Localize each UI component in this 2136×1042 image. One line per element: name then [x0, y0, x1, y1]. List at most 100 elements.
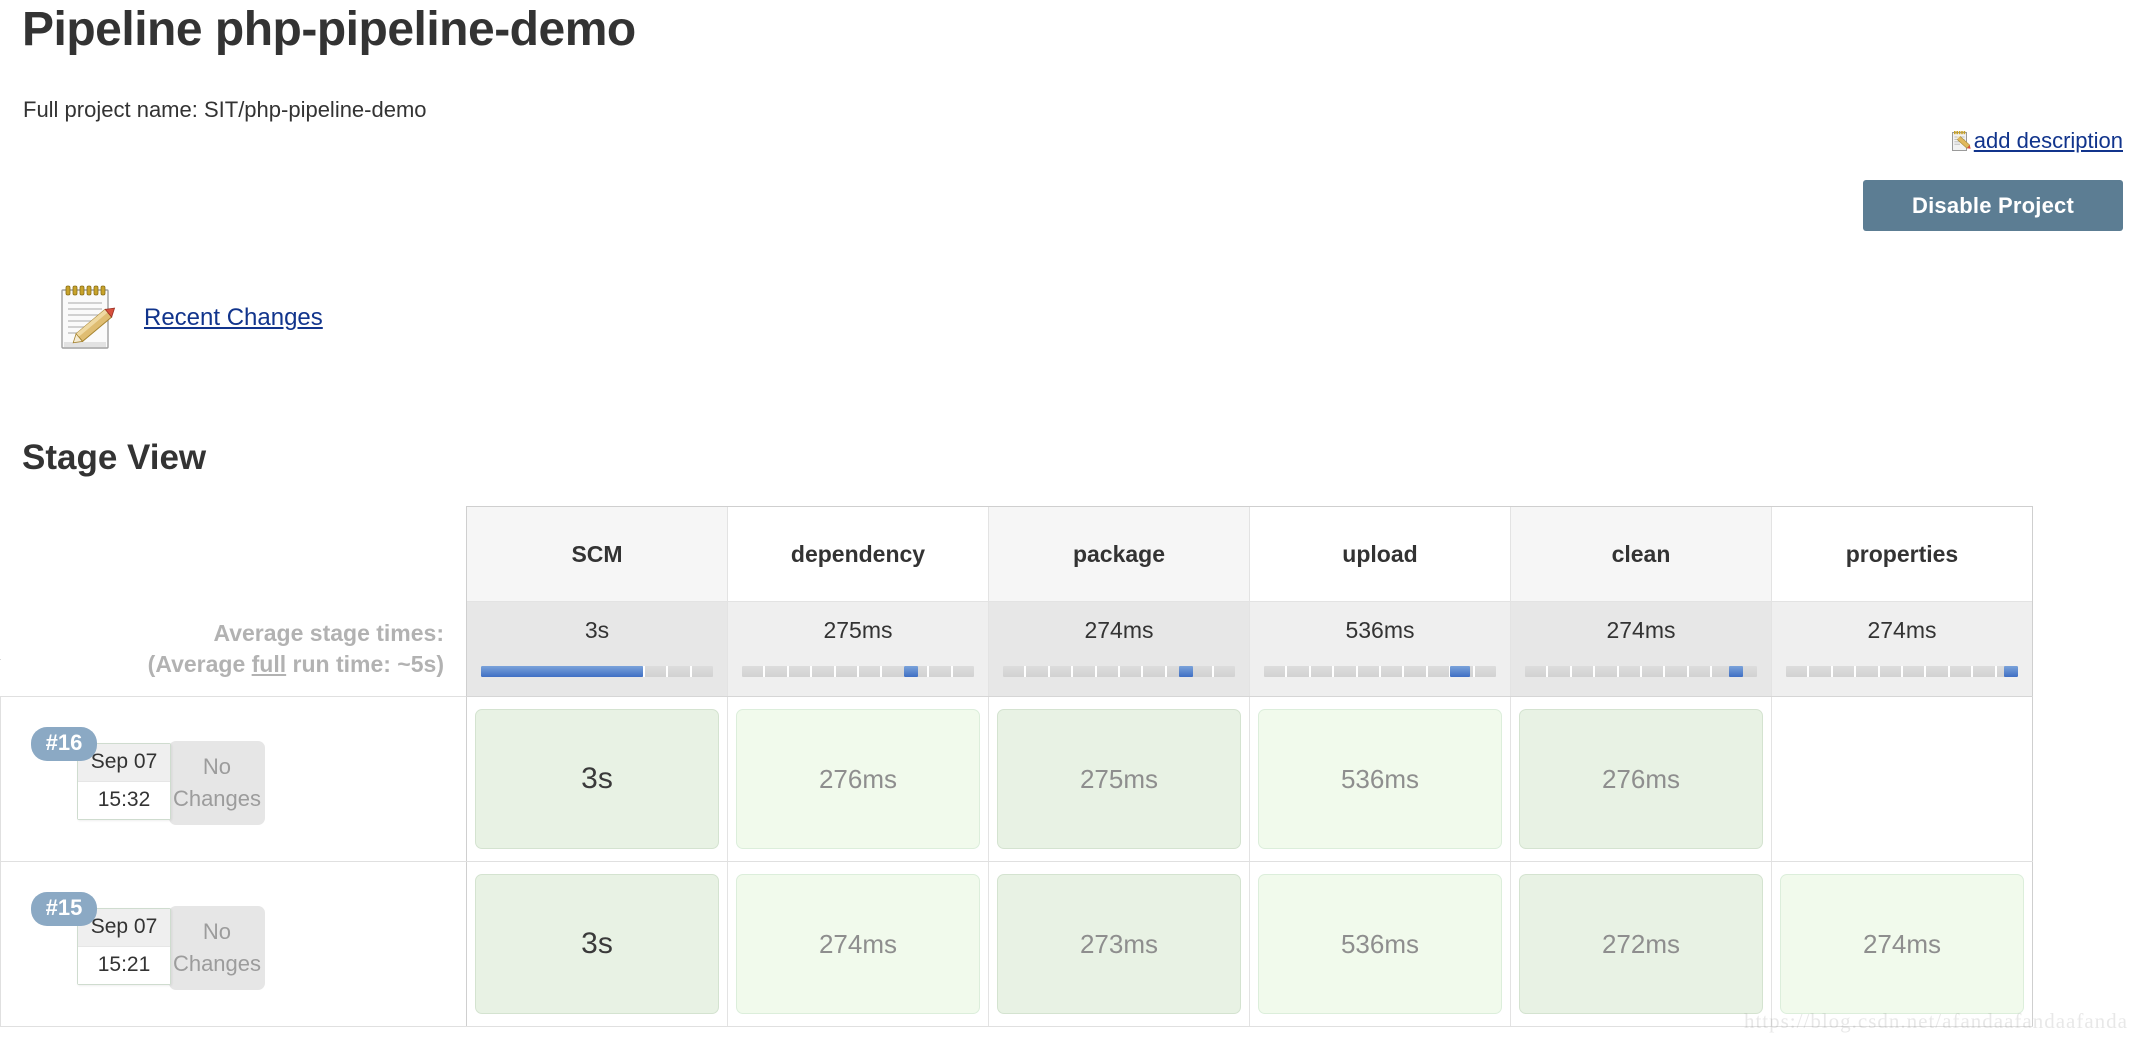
build-stage-cell-upload: 536ms	[1249, 861, 1511, 1027]
build-changes-badge[interactable]: No Changes	[169, 906, 265, 990]
avg-line2-post: run time: ~5s)	[286, 650, 444, 677]
bar-ticks	[1525, 666, 1757, 677]
build-stage-cell-scm: 3s	[466, 861, 728, 1027]
build-stage-cell-dependency: 276ms	[727, 696, 989, 862]
build-number-badge[interactable]: #15	[31, 892, 97, 926]
page-title: Pipeline php-pipeline-demo	[22, 3, 636, 56]
stage-header-clean[interactable]: clean	[1510, 506, 1772, 602]
table-row: #16 Sep 07 15:32 No Changes 3s 276ms 275…	[0, 696, 2033, 862]
build-stage-cell-clean: 276ms	[1510, 696, 1772, 862]
avg-line2-pre: (Average	[147, 650, 252, 677]
average-bar-dependency	[742, 666, 974, 677]
stage-header-properties[interactable]: properties	[1771, 506, 2033, 602]
note-pencil-icon	[1951, 130, 1973, 152]
build-stage-cell-clean: 272ms	[1510, 861, 1772, 1027]
average-cell-package: 274ms	[988, 601, 1250, 697]
header-spacer	[0, 506, 467, 602]
stage-box[interactable]: 274ms	[736, 874, 980, 1014]
build-time: 15:21	[78, 947, 170, 984]
build-time: 15:32	[78, 782, 170, 819]
disable-project-button[interactable]: Disable Project	[1863, 180, 2123, 231]
stage-header-row: SCM dependency package upload clean prop…	[0, 506, 2033, 602]
stage-duration: 536ms	[1340, 928, 1420, 959]
build-label-cell-16: #16 Sep 07 15:32 No Changes	[0, 696, 467, 862]
build-stage-cell-properties: 274ms	[1771, 861, 2033, 1027]
stage-box[interactable]: 3s	[475, 709, 719, 849]
bar-fill-upload	[1449, 666, 1471, 677]
stage-duration: 274ms	[1862, 928, 1942, 959]
stage-box[interactable]: 276ms	[736, 709, 980, 849]
average-bar-package	[1003, 666, 1235, 677]
build-stage-cell-dependency: 274ms	[727, 861, 989, 1027]
stage-duration: 536ms	[1340, 763, 1420, 794]
full-project-name: Full project name: SIT/php-pipeline-demo	[23, 97, 427, 122]
bar-ticks	[742, 666, 974, 677]
average-bar-properties	[1786, 666, 2018, 677]
build-number-badge[interactable]: #16	[31, 727, 97, 761]
stage-box[interactable]: 536ms	[1258, 874, 1502, 1014]
stage-view-heading: Stage View	[22, 438, 207, 477]
build-stage-cell-upload: 536ms	[1249, 696, 1511, 862]
stage-view-table: SCM dependency package upload clean prop…	[0, 506, 2033, 1036]
bar-ticks	[1003, 666, 1235, 677]
bar-ticks	[1786, 666, 2018, 677]
average-time-dependency: 275ms	[823, 617, 893, 643]
average-cell-properties: 274ms	[1771, 601, 2033, 697]
stage-header-upload[interactable]: upload	[1249, 506, 1511, 602]
average-cell-upload: 536ms	[1249, 601, 1511, 697]
average-time-properties: 274ms	[1867, 617, 1937, 643]
no-changes-line1: No	[202, 919, 232, 944]
stage-header-package[interactable]: package	[988, 506, 1250, 602]
build-changes-badge[interactable]: No Changes	[169, 741, 265, 825]
bar-fill-dependency	[904, 666, 919, 677]
average-time-package: 274ms	[1084, 617, 1154, 643]
no-changes-line2: Changes	[172, 786, 262, 811]
stage-duration: 3s	[581, 762, 613, 795]
build-stage-cell-package: 275ms	[988, 696, 1250, 862]
stage-box[interactable]: 536ms	[1258, 709, 1502, 849]
stage-duration: 272ms	[1601, 928, 1681, 959]
average-label-line2: (Average full run time: ~5s)	[2, 649, 444, 680]
no-changes-line2: Changes	[172, 951, 262, 976]
recent-changes-link[interactable]: Recent Changes	[144, 304, 323, 332]
average-time-scm: 3s	[584, 617, 610, 643]
average-bar-upload	[1264, 666, 1496, 677]
average-cell-clean: 274ms	[1510, 601, 1772, 697]
build-stage-cell-properties	[1771, 696, 2033, 862]
recent-changes-row[interactable]: Recent Changes	[58, 282, 323, 354]
no-changes-line1: No	[202, 754, 232, 779]
stage-box[interactable]: 273ms	[997, 874, 1241, 1014]
stage-box[interactable]: 3s	[475, 874, 719, 1014]
average-cell-dependency: 275ms	[727, 601, 989, 697]
bar-fill-package	[1179, 666, 1194, 677]
build-changes-text: No Changes	[173, 916, 261, 980]
bar-fill-properties	[2004, 666, 2018, 677]
bar-fill-scm	[481, 666, 644, 677]
stage-box-empty	[1780, 709, 2024, 849]
stage-duration: 275ms	[1079, 763, 1159, 794]
stage-header-dependency[interactable]: dependency	[727, 506, 989, 602]
stage-duration: 276ms	[818, 763, 898, 794]
build-changes-text: No Changes	[173, 751, 261, 815]
stage-box[interactable]: 276ms	[1519, 709, 1763, 849]
average-time-clean: 274ms	[1606, 617, 1676, 643]
build-stage-cell-scm: 3s	[466, 696, 728, 862]
build-stage-cell-package: 273ms	[988, 861, 1250, 1027]
stage-box[interactable]: 272ms	[1519, 874, 1763, 1014]
avg-line2-underline: full	[251, 650, 287, 677]
average-bar-scm	[481, 666, 713, 677]
stage-header-scm[interactable]: SCM	[466, 506, 728, 602]
average-time-upload: 536ms	[1345, 617, 1415, 643]
build-label-cell-15: #15 Sep 07 15:21 No Changes	[0, 861, 467, 1027]
average-label-line1: Average stage times:	[213, 619, 444, 646]
stage-box[interactable]: 274ms	[1780, 874, 2024, 1014]
table-row: #15 Sep 07 15:21 No Changes 3s 274ms 273…	[0, 861, 2033, 1027]
notepad-pencil-icon	[58, 282, 122, 354]
stage-duration: 276ms	[1601, 763, 1681, 794]
add-description-link[interactable]: add description	[1974, 128, 2123, 154]
stage-box[interactable]: 275ms	[997, 709, 1241, 849]
average-cell-scm: 3s	[466, 601, 728, 697]
stage-duration: 3s	[581, 927, 613, 960]
add-description-row[interactable]: add description	[1951, 128, 2123, 154]
average-stage-times-row: Average stage times: (Average full run t…	[0, 601, 2033, 697]
